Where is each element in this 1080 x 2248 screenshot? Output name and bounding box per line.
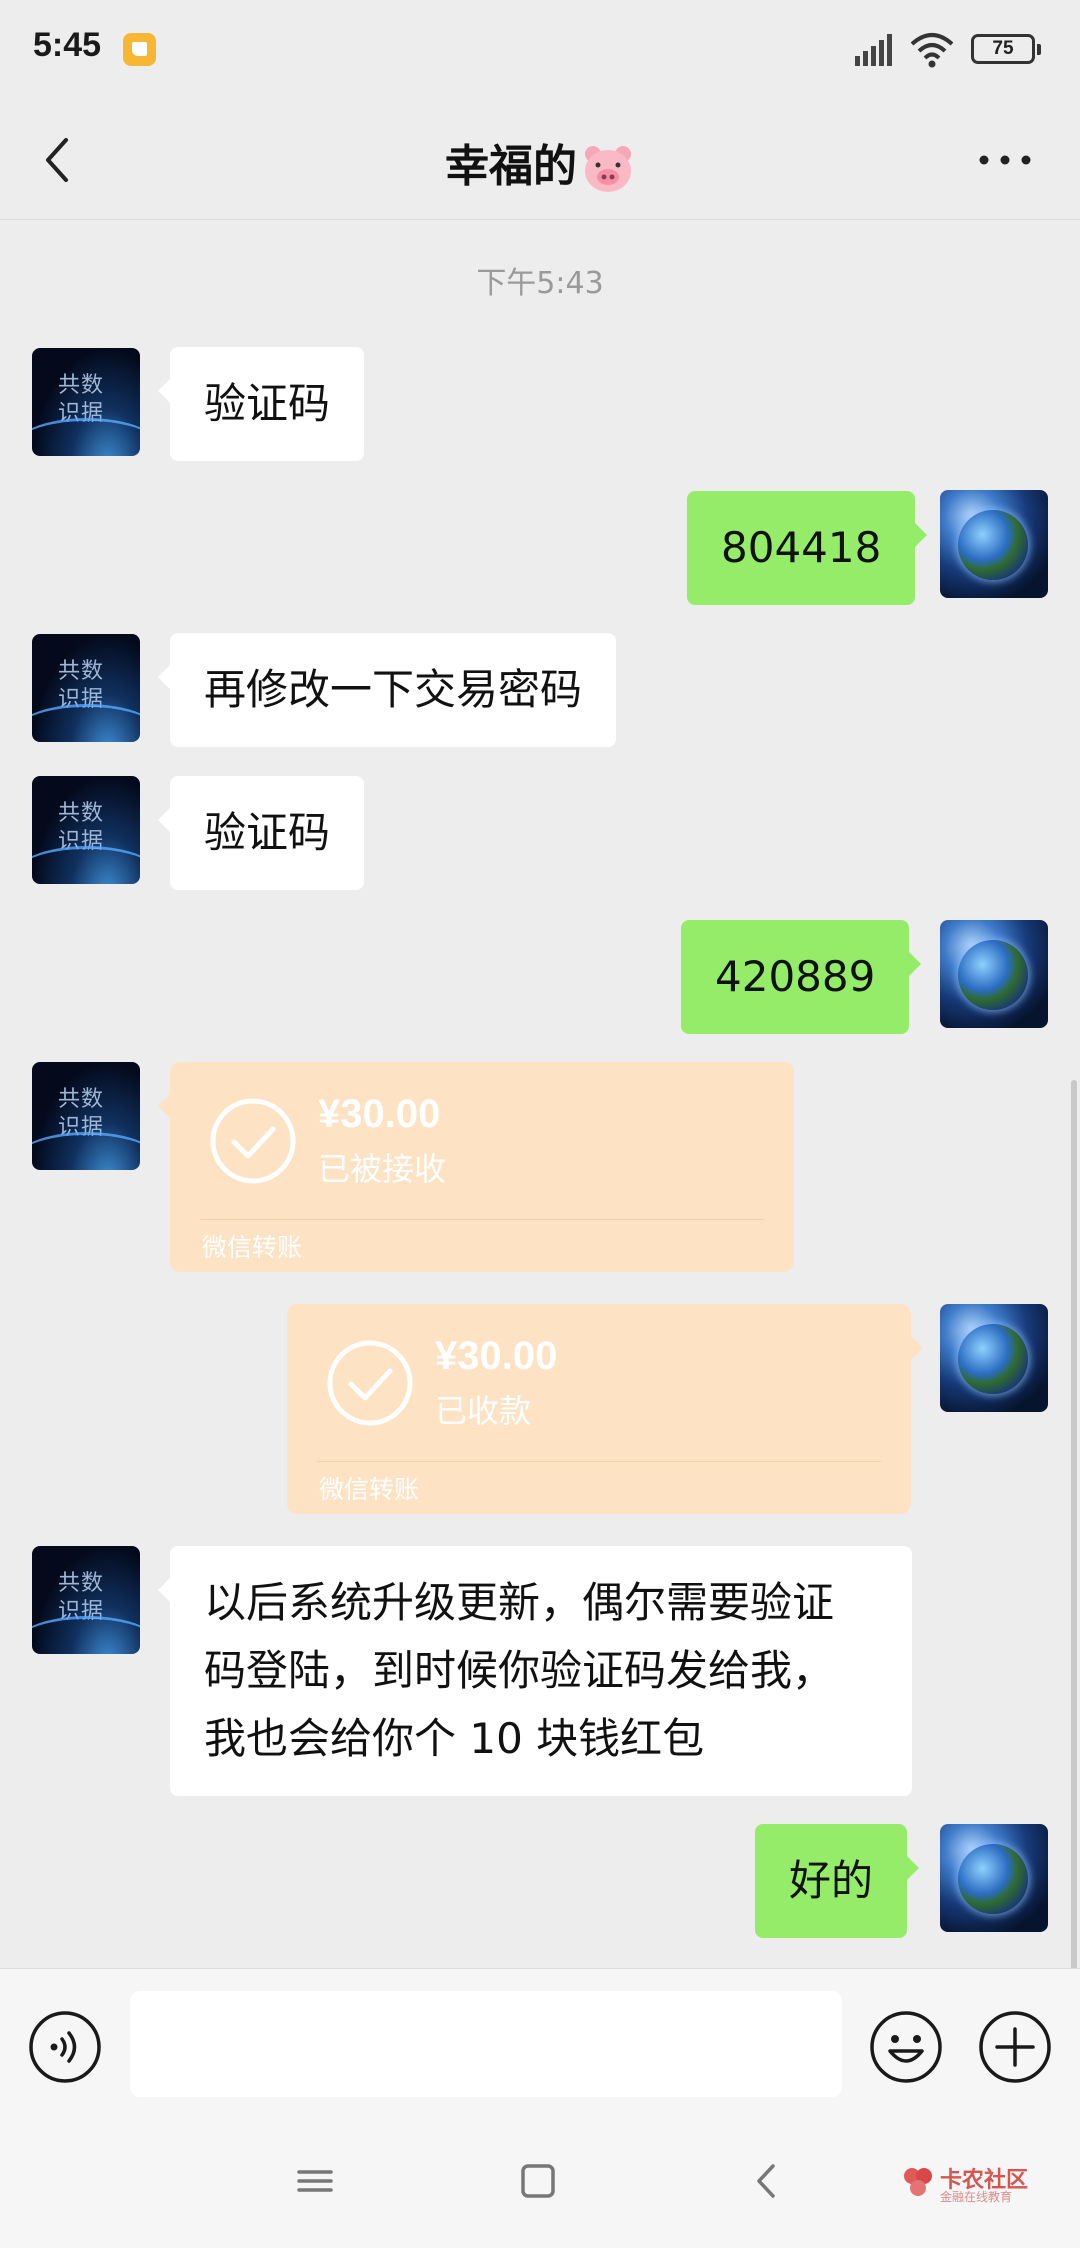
status-time: 5:45 (33, 26, 102, 64)
message-line: 以后系统升级更新，偶尔需要验证 (204, 1578, 835, 1627)
voice-input-button[interactable] (27, 2009, 103, 2085)
incoming-message[interactable]: 以后系统升级更新，偶尔需要验证 码登陆，到时候你验证码发给我， 我也会给你个 1… (158, 1546, 912, 1796)
message-timestamp: 下午5:43 (476, 266, 604, 301)
earth-icon (958, 1324, 1028, 1394)
check-circle-icon (210, 1098, 296, 1184)
transfer-card[interactable]: ¥30.00 已收款 微信转账 (287, 1304, 923, 1514)
chat-header: 幸福的 (0, 100, 1080, 220)
avatar-text-logo: 共数 识据 (58, 373, 105, 426)
more-actions-button[interactable] (977, 2009, 1053, 2085)
transfer-card[interactable]: ¥30.00 已被接收 微信转账 (158, 1062, 794, 1272)
watermark: 卡农社区 金融在线教育 (900, 2158, 1050, 2218)
check-circle-icon (327, 1340, 413, 1426)
pig-face-icon (585, 146, 631, 192)
transfer-amount: ¥30.00 (318, 1092, 441, 1136)
contact-avatar[interactable]: 共数 识据 (32, 348, 140, 456)
status-bar: 5:45 75 (0, 0, 1080, 100)
incoming-message[interactable]: 再修改一下交易密码 (157, 633, 617, 747)
home-icon[interactable] (518, 2158, 558, 2204)
back-icon[interactable] (747, 2156, 783, 2206)
avatar-text-logo: 共数 识据 (58, 1571, 105, 1624)
divider (200, 1219, 764, 1220)
my-avatar[interactable] (940, 1304, 1048, 1412)
transfer-status: 已收款 (435, 1392, 532, 1430)
more-options-button[interactable] (970, 130, 1040, 190)
watermark-logo-icon (904, 2168, 932, 2196)
battery-icon: 75 (971, 34, 1041, 64)
contact-avatar[interactable]: 共数 识据 (32, 776, 140, 884)
message-line: 我也会给你个 10 块钱红包 (204, 1714, 705, 1763)
chat-scrollbar[interactable] (1071, 1080, 1077, 1970)
outgoing-message[interactable]: 804418 (687, 491, 928, 605)
contact-avatar[interactable]: 共数 识据 (32, 634, 140, 742)
incoming-message[interactable]: 验证码 (157, 776, 365, 890)
avatar-text-logo: 共数 识据 (58, 1087, 105, 1140)
watermark-subtitle: 金融在线教育 (940, 2190, 1013, 2204)
emoji-button[interactable] (868, 2009, 944, 2085)
transfer-amount: ¥30.00 (435, 1334, 558, 1378)
divider (317, 1461, 881, 1462)
outgoing-message[interactable]: 好的 (755, 1824, 920, 1938)
signal-icon (855, 34, 892, 66)
input-bar (0, 1968, 1080, 2118)
transfer-status: 已被接收 (318, 1150, 447, 1188)
my-avatar[interactable] (940, 920, 1048, 1028)
menu-icon[interactable] (295, 2156, 335, 2206)
earth-icon (958, 940, 1028, 1010)
system-nav-bar: 卡农社区 金融在线教育 (0, 2118, 1080, 2248)
outgoing-message[interactable]: 420889 (681, 920, 922, 1034)
avatar-text-logo: 共数 识据 (58, 659, 105, 712)
notification-icon (123, 33, 156, 66)
message-line: 码登陆，到时候你验证码发给我， (204, 1646, 835, 1695)
my-avatar[interactable] (940, 490, 1048, 598)
transfer-label: 微信转账 (202, 1233, 303, 1262)
wifi-icon (910, 33, 954, 68)
transfer-label: 微信转账 (319, 1475, 420, 1504)
avatar-text-logo: 共数 识据 (58, 801, 105, 854)
chat-title: 幸福的 (0, 130, 1080, 194)
message-input[interactable] (130, 1991, 842, 2097)
chat-title-text: 幸福的 (445, 141, 577, 192)
earth-icon (958, 1844, 1028, 1914)
contact-avatar[interactable]: 共数 识据 (32, 1062, 140, 1170)
incoming-message[interactable]: 验证码 (157, 347, 365, 461)
my-avatar[interactable] (940, 1824, 1048, 1932)
earth-icon (958, 510, 1028, 580)
contact-avatar[interactable]: 共数 识据 (32, 1546, 140, 1654)
